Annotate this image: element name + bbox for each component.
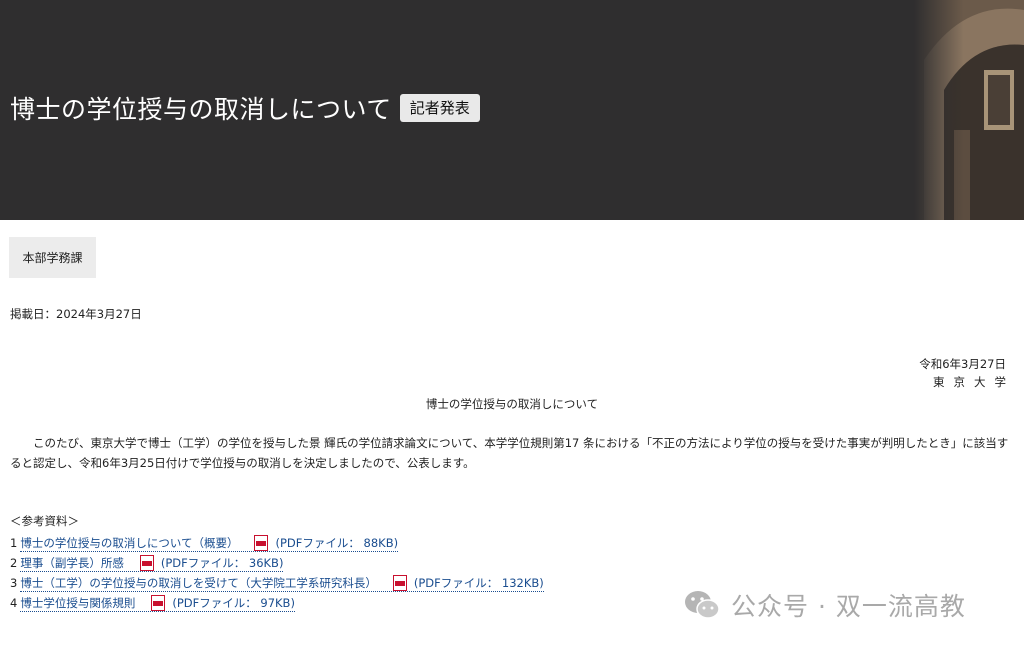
reference-item: 3 博士（工学）の学位授与の取消しを受けて（大学院工学系研究科長） (PDFファ… <box>10 573 544 593</box>
reference-item: 2 理事（副学長）所感 (PDFファイル： 36KB) <box>10 553 544 573</box>
reference-number: 2 <box>10 556 18 570</box>
watermark-text: 公众号 · 双一流高教 <box>731 592 966 621</box>
pdf-icon <box>151 594 166 611</box>
pdf-icon <box>139 554 154 571</box>
campus-building-photo <box>914 0 1024 220</box>
watermark: 公众号 · 双一流高教 <box>683 584 966 626</box>
notice-body: このたび、東京大学で博士（工学）の学位を授与した景 輝氏の学位請求論文について、… <box>10 436 1009 470</box>
reference-size: (PDFファイル： 36KB) <box>160 555 284 570</box>
reference-number: 1 <box>10 536 18 550</box>
reference-size: (PDFファイル： 88KB) <box>275 535 399 550</box>
reference-label: 博士学位授与関係規則 <box>20 595 136 610</box>
page-title-group: 博士の学位授与の取消しについて 記者発表 <box>10 88 480 128</box>
reference-size: (PDFファイル： 132KB) <box>413 575 544 590</box>
press-release-badge: 記者発表 <box>399 94 480 122</box>
pdf-icon <box>254 534 269 551</box>
references-heading: ＜参考資料＞ <box>10 514 79 528</box>
reference-link-vice-president[interactable]: 理事（副学長）所感 (PDFファイル： 36KB) <box>20 554 284 572</box>
page-header: 博士の学位授与の取消しについて 記者発表 <box>0 0 1024 220</box>
reference-item: 4 博士学位授与関係規則 (PDFファイル： 97KB) <box>10 593 544 613</box>
notice-title: 博士の学位授与の取消しについて <box>425 397 599 411</box>
reference-number: 3 <box>10 576 18 590</box>
page-title: 博士の学位授与の取消しについて <box>10 95 392 124</box>
wechat-icon <box>685 591 720 619</box>
reference-link-overview[interactable]: 博士の学位授与の取消しについて（概要） (PDFファイル： 88KB) <box>20 534 399 552</box>
reference-label: 理事（副学長）所感 <box>20 555 124 570</box>
notice-organization: 東京大学 <box>933 375 1015 389</box>
reference-size: (PDFファイル： 97KB) <box>172 595 295 610</box>
notice-date: 令和6年3月27日 <box>919 357 1006 371</box>
references-list: 1 博士の学位授与の取消しについて（概要） (PDFファイル： 88KB) 2 … <box>10 533 544 613</box>
pdf-icon <box>392 574 407 591</box>
reference-label: 博士の学位授与の取消しについて（概要） <box>20 535 239 550</box>
department-tag: 本部学務課 <box>9 237 96 278</box>
reference-label: 博士（工学）の学位授与の取消しを受けて（大学院工学系研究科長） <box>20 575 377 590</box>
reference-link-dean[interactable]: 博士（工学）の学位授与の取消しを受けて（大学院工学系研究科長） (PDFファイル… <box>20 574 544 592</box>
reference-number: 4 <box>10 596 18 610</box>
posted-date: 掲載日：2024年3月27日 <box>10 307 142 321</box>
reference-link-regulations[interactable]: 博士学位授与関係規則 (PDFファイル： 97KB) <box>20 594 295 612</box>
reference-item: 1 博士の学位授与の取消しについて（概要） (PDFファイル： 88KB) <box>10 533 544 553</box>
